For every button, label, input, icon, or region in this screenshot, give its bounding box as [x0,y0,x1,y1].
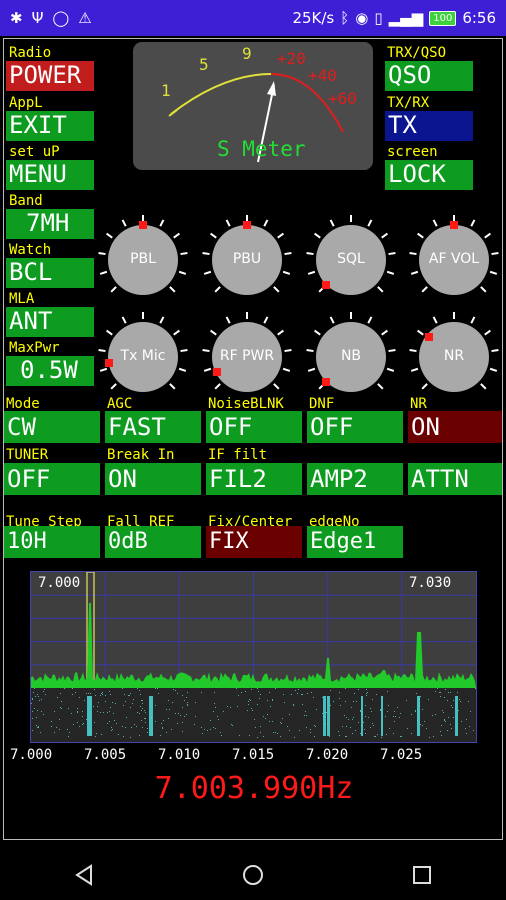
tx-button[interactable]: TX [385,111,473,141]
row2-button-4[interactable]: ATTN [408,463,502,495]
smeter-title: S Meter [217,137,306,161]
row1-label-4: NR [410,396,427,412]
knob-label: SQL [337,251,365,267]
battery-icon: 100 [429,10,457,26]
usb-icon: Ψ [31,9,44,27]
row3-button-1[interactable]: 0dB [105,526,201,558]
label-maxpwr: MaxPwr [9,340,60,356]
frequency-tick: 7.025 [380,747,423,763]
row1-button-2[interactable]: OFF [206,411,302,443]
label-setup: set uP [9,144,60,160]
bcl-button[interactable]: BCL [6,258,94,288]
label-watch: Watch [9,242,52,258]
eye-icon: ◉ [355,9,369,27]
label-txrx: TX/RX [387,95,430,111]
power-button[interactable]: POWER [6,61,94,91]
knob-label: NR [443,348,465,364]
label-band: Band [9,193,43,209]
label-screen: screen [387,144,438,160]
smeter-scale-20: +20 [277,49,306,68]
row1-button-3[interactable]: OFF [307,411,403,443]
back-icon[interactable] [72,863,96,887]
band-button[interactable]: 7MH [6,209,94,239]
row1-label-2: NoiseBLNK [208,396,284,412]
row2-button-1[interactable]: ON [105,463,201,495]
knob-label: PBU [232,251,262,267]
knob-label: NB [340,348,362,364]
row3-button-3[interactable]: Edge1 [307,526,403,558]
row1-button-1[interactable]: FAST [105,411,201,443]
exit-button[interactable]: EXIT [6,111,94,141]
warning-icon: ⚠ [78,9,92,27]
frequency-display: 7.003.990Hz [154,771,354,806]
ant-button[interactable]: ANT [6,307,94,337]
s-meter-dial: 1 5 9 +20 +40 +60 S Meter [161,44,357,163]
row2-label-2: IF filt [208,447,268,463]
frequency-tick: 7.015 [232,747,275,763]
row3-button-2[interactable]: FIX [206,526,302,558]
row2-label-0: TUNER [6,447,49,463]
maxpwr-button[interactable]: 0.5W [6,356,94,386]
row1-label-0: Mode [6,396,40,412]
label-mla: MLA [9,291,35,307]
smeter-scale-1: 1 [161,81,171,100]
row1-label-1: AGC [107,396,133,412]
settings-icon: ✱ [10,9,23,27]
s-meter: 1 5 9 +20 +40 +60 S Meter [133,42,373,170]
frequency-tick: 7.010 [158,747,201,763]
label-trxqso: TRX/QSO [387,45,447,61]
home-icon[interactable] [241,863,265,887]
row3-button-0[interactable]: 10H [4,526,100,558]
spectrum-display[interactable]: 7.000 7.030 [30,571,477,743]
radio-app: Radio POWER AppL EXIT set uP MENU Band 7… [3,38,503,840]
row2-button-2[interactable]: FIL2 [206,463,302,495]
menu-button[interactable]: MENU [6,160,94,190]
row1-label-3: DNF [309,396,335,412]
smeter-scale-5: 5 [199,55,209,74]
clock: 6:56 [462,9,496,27]
row2-button-0[interactable]: OFF [4,463,100,495]
lock-button[interactable]: LOCK [385,160,473,190]
navigation-bar [0,850,506,900]
knob-label: AF VOL [428,251,480,267]
qso-button[interactable]: QSO [385,61,473,91]
smeter-scale-9: 9 [242,44,252,63]
recents-icon[interactable] [410,863,434,887]
row1-button-4[interactable]: ON [408,411,502,443]
spectrum-end-label: 7.030 [409,575,452,591]
label-radio: Radio [9,45,52,61]
status-bar: ✱ Ψ ◯ ⚠ 25K/s ᛒ ◉ ▯ ▂▄▆ 100 6:56 [0,0,506,36]
smeter-scale-60: +60 [328,89,357,108]
signal-icon: ▂▄▆ [388,9,424,27]
row2-button-3[interactable]: AMP2 [307,463,403,495]
frequency-tick: 7.000 [10,747,53,763]
label-appl: AppL [9,95,43,111]
row1-button-0[interactable]: CW [4,411,100,443]
row2-label-1: Break In [107,447,175,463]
knob-label: RF PWR [219,348,275,364]
network-speed: 25K/s [292,9,335,27]
smeter-scale-40: +40 [308,66,337,85]
bluetooth-icon: ᛒ [340,9,350,27]
frequency-tick: 7.005 [84,747,127,763]
spectrum-start-label: 7.000 [38,575,81,591]
knob-label: PBL [130,251,156,267]
knob-label: Tx Mic [120,348,166,364]
vibrate-icon: ▯ [374,9,383,27]
circle-icon: ◯ [52,9,70,27]
frequency-tick: 7.020 [306,747,349,763]
